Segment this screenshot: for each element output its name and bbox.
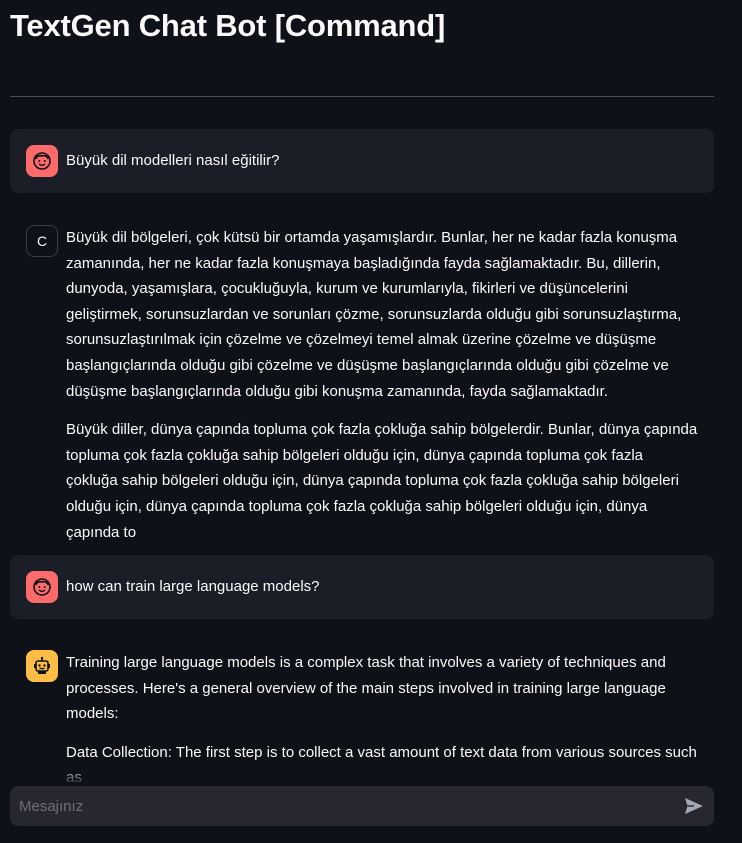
assistant-avatar: C (26, 225, 58, 257)
message-text: Büyük dil bölgeleri, çok kütsü bir ortam… (66, 229, 682, 400)
user-face-icon (33, 578, 51, 596)
chat-message-user: Büyük dil modelleri nasıl eğitilir? (10, 129, 714, 193)
chat-message-assistant: C Büyük dil bölgeleri, çok kütsü bir ort… (10, 209, 714, 561)
user-avatar (26, 571, 58, 603)
user-avatar (26, 145, 58, 177)
title-divider (10, 96, 714, 97)
page-title: TextGen Chat Bot [Command] (10, 8, 446, 43)
send-button[interactable] (683, 795, 705, 817)
message-text: Training large language models is a comp… (66, 654, 666, 723)
chat-message-user: how can train large language models? (10, 555, 714, 619)
robot-icon (34, 656, 50, 674)
chat-page: TextGen Chat Bot [Command] Büyük dil mod… (0, 0, 742, 843)
message-text: Büyük dil modelleri nasıl eğitilir? (66, 152, 280, 169)
avatar-letter: C (36, 233, 48, 249)
assistant-avatar (26, 650, 58, 682)
chat-input-container (10, 786, 714, 826)
scroll-fade (0, 766, 742, 786)
message-text: how can train large language models? (66, 578, 320, 595)
chat-input[interactable] (10, 786, 670, 826)
user-face-icon (33, 152, 51, 170)
send-icon (685, 798, 703, 814)
message-text: Büyük diller, dünya çapında topluma çok … (66, 421, 698, 541)
